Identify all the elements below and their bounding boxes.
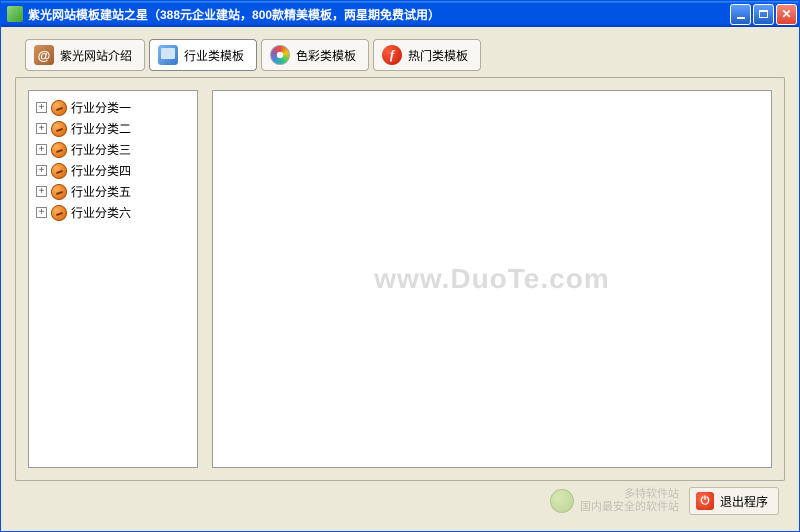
- tab-industry[interactable]: 行业类模板: [149, 39, 257, 71]
- expand-icon[interactable]: +: [36, 102, 47, 113]
- tab-label: 热门类模板: [408, 47, 468, 64]
- expand-icon[interactable]: +: [36, 207, 47, 218]
- titlebar: 紫光网站模板建站之星（388元企业建站，800款精美模板，两星期免费试用） ✕: [1, 1, 799, 27]
- tree-item[interactable]: + 行业分类五: [33, 181, 193, 202]
- tree-item[interactable]: + 行业分类二: [33, 118, 193, 139]
- tree-item-label: 行业分类二: [71, 120, 131, 137]
- folder-icon: [51, 163, 67, 179]
- tree-item[interactable]: + 行业分类三: [33, 139, 193, 160]
- tree-item-label: 行业分类三: [71, 141, 131, 158]
- tree-item-label: 行业分类四: [71, 162, 131, 179]
- window-title: 紫光网站模板建站之星（388元企业建站，800款精美模板，两星期免费试用）: [28, 6, 730, 23]
- window-controls: ✕: [730, 4, 797, 25]
- expand-icon[interactable]: +: [36, 165, 47, 176]
- tree-item[interactable]: + 行业分类四: [33, 160, 193, 181]
- app-window: 紫光网站模板建站之星（388元企业建站，800款精美模板，两星期免费试用） ✕ …: [0, 0, 800, 532]
- exit-label: 退出程序: [720, 493, 768, 510]
- tab-bar: @ 紫光网站介绍 行业类模板 色彩类模板 f 热门类模板: [25, 39, 785, 71]
- maximize-button[interactable]: [753, 4, 774, 25]
- folder-icon: [51, 142, 67, 158]
- preview-panel: www.DuoTe.com: [212, 90, 772, 468]
- close-button[interactable]: ✕: [776, 4, 797, 25]
- main-panel: + 行业分类一 + 行业分类二 + 行业分类三 + 行业分类四: [15, 77, 785, 481]
- client-area: @ 紫光网站介绍 行业类模板 色彩类模板 f 热门类模板 + 行业分: [1, 27, 799, 531]
- tree-item-label: 行业分类一: [71, 99, 131, 116]
- expand-icon[interactable]: +: [36, 123, 47, 134]
- site-watermark: 多特软件站 国内最安全的软件站: [550, 488, 679, 514]
- site-tag: 国内最安全的软件站: [580, 501, 679, 514]
- folder-icon: [51, 184, 67, 200]
- flash-icon: f: [382, 45, 402, 65]
- category-tree[interactable]: + 行业分类一 + 行业分类二 + 行业分类三 + 行业分类四: [28, 90, 198, 468]
- tab-label: 紫光网站介绍: [60, 47, 132, 64]
- tab-popular[interactable]: f 热门类模板: [373, 39, 481, 71]
- tab-intro[interactable]: @ 紫光网站介绍: [25, 39, 145, 71]
- power-icon: ⏻: [696, 492, 714, 510]
- tab-color[interactable]: 色彩类模板: [261, 39, 369, 71]
- monitor-icon: [158, 45, 178, 65]
- tree-item-label: 行业分类五: [71, 183, 131, 200]
- tree-item[interactable]: + 行业分类六: [33, 202, 193, 223]
- palette-icon: [270, 45, 290, 65]
- tree-item-label: 行业分类六: [71, 204, 131, 221]
- minimize-button[interactable]: [730, 4, 751, 25]
- folder-icon: [51, 205, 67, 221]
- exit-button[interactable]: ⏻ 退出程序: [689, 487, 779, 515]
- folder-icon: [51, 121, 67, 137]
- site-logo-icon: [550, 489, 574, 513]
- at-icon: @: [34, 45, 54, 65]
- tree-item[interactable]: + 行业分类一: [33, 97, 193, 118]
- folder-icon: [51, 100, 67, 116]
- site-name: 多特软件站: [580, 488, 679, 501]
- app-icon: [7, 6, 23, 22]
- expand-icon[interactable]: +: [36, 144, 47, 155]
- expand-icon[interactable]: +: [36, 186, 47, 197]
- watermark-text: www.DuoTe.com: [374, 263, 609, 295]
- tab-label: 行业类模板: [184, 47, 244, 64]
- footer: 多特软件站 国内最安全的软件站 ⏻ 退出程序: [15, 481, 785, 521]
- tab-label: 色彩类模板: [296, 47, 356, 64]
